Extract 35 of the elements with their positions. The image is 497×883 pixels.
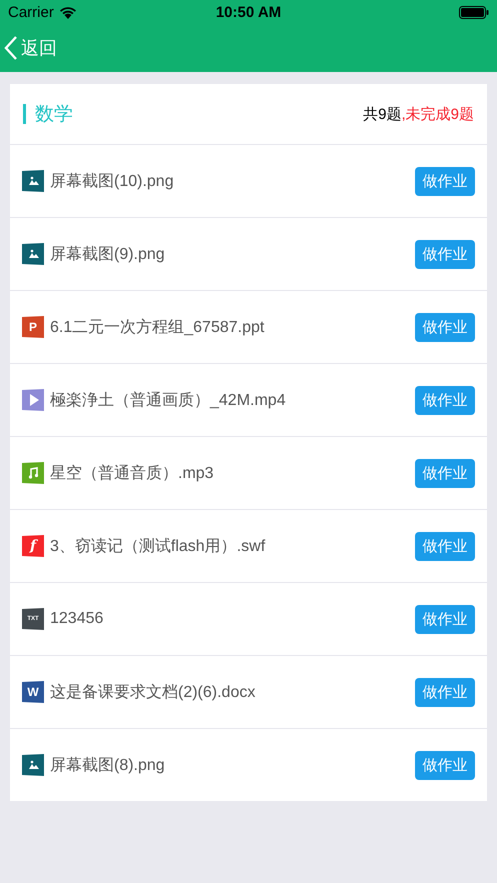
do-homework-button[interactable]: 做作业 — [415, 240, 475, 268]
do-homework-button[interactable]: 做作业 — [415, 458, 475, 488]
do-homework-button[interactable]: 做作业 — [415, 386, 475, 414]
file-name: 屏幕截图(9).png — [50, 244, 166, 264]
flash-file-icon: f — [22, 535, 44, 557]
battery-icon — [459, 6, 489, 18]
wifi-icon — [58, 6, 77, 18]
file-name: 屏幕截图(10).png — [50, 172, 175, 192]
file-name: 極楽浄土（普通画质）_42M.mp4 — [50, 390, 287, 410]
question-count: 共9题,未完成9题 — [363, 104, 474, 124]
slides-file-icon: P — [22, 316, 44, 338]
back-chevron-icon — [4, 35, 18, 61]
file-name: 屏幕截图(8).png — [50, 756, 166, 776]
image-file-icon — [22, 754, 44, 776]
do-homework-button[interactable]: 做作业 — [415, 166, 475, 196]
image-file-icon — [22, 170, 44, 192]
file-name: 星空（普通音质）.mp3 — [50, 463, 215, 484]
carrier-label: Carrier — [8, 4, 54, 20]
back-button[interactable]: 返回 — [4, 35, 57, 61]
subject-title: 数学 — [35, 103, 73, 127]
accent-bar — [23, 104, 26, 124]
file-name: 123456 — [50, 610, 104, 628]
file-name: 这是备课要求文档(2)(6).docx — [50, 682, 256, 702]
file-name: 6.1二元一次方程组_67587.ppt — [50, 318, 266, 338]
do-homework-button[interactable]: 做作业 — [415, 750, 475, 780]
image-file-icon — [22, 243, 44, 265]
do-homework-button[interactable]: 做作业 — [415, 532, 475, 560]
do-homework-button[interactable]: 做作业 — [415, 312, 475, 342]
status-time: 10:50 AM — [216, 4, 282, 20]
do-homework-button[interactable]: 做作业 — [415, 604, 475, 634]
music-file-icon — [22, 462, 44, 484]
do-homework-button[interactable]: 做作业 — [415, 678, 475, 706]
video-file-icon — [22, 389, 44, 411]
file-name: 3、窃读记（测试flash用）.swf — [50, 536, 266, 556]
word-file-icon: W — [22, 681, 44, 703]
